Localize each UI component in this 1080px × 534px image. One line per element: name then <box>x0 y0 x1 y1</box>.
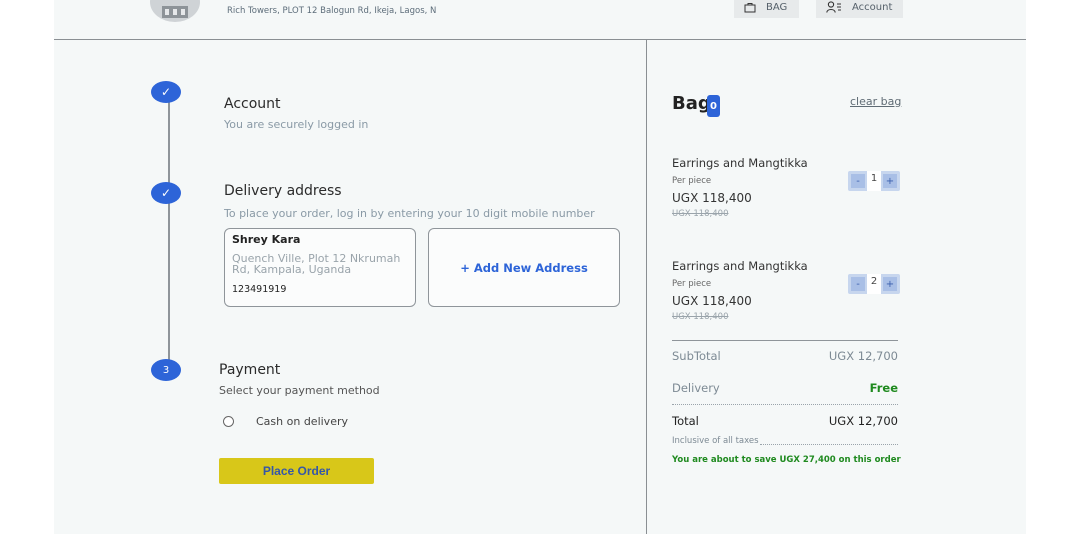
item-name: Earrings and Mangtikka <box>672 259 808 273</box>
cod-label: Cash on delivery <box>256 415 348 428</box>
dotted-divider <box>760 444 898 445</box>
subtotal-label: SubTotal <box>672 349 721 363</box>
bag-title: Bag <box>672 93 711 114</box>
step-payment-title: Payment <box>219 362 281 378</box>
step-account-title: Account <box>224 96 281 112</box>
total-row: Total UGX 12,700 <box>672 414 898 428</box>
address-phone: 123491919 <box>232 284 287 295</box>
quantity-stepper: - 1 + <box>848 171 900 191</box>
step-delivery-subtitle: To place your order, log in by entering … <box>224 207 595 220</box>
account-label: Account <box>852 1 893 13</box>
item-price: UGX 118,400 <box>672 191 752 205</box>
step-payment-number: 3 <box>151 359 181 381</box>
tax-note: Inclusive of all taxes <box>672 436 759 446</box>
account-button[interactable]: Account <box>816 0 903 18</box>
place-order-button[interactable]: Place Order <box>219 458 374 484</box>
bag-item: Earrings and Mangtikka Per piece UGX 118… <box>672 156 900 219</box>
subtotal-row: SubTotal UGX 12,700 <box>672 349 898 363</box>
address-line: Quench Ville, Plot 12 Nkrumah Rd, Kampal… <box>232 252 401 276</box>
quantity-value[interactable]: 2 <box>867 274 881 294</box>
item-name: Earrings and Mangtikka <box>672 156 808 170</box>
quantity-stepper: - 2 + <box>848 274 900 294</box>
store-address: Rich Towers, PLOT 12 Balogun Rd, Ikeja, … <box>227 6 437 16</box>
building-icon <box>162 6 188 18</box>
cod-radio[interactable] <box>223 416 234 427</box>
delivery-row: Delivery Free <box>672 381 898 395</box>
item-old-price: UGX 118,400 <box>672 209 729 219</box>
decrement-button[interactable]: - <box>851 277 865 291</box>
progress-line <box>168 92 170 368</box>
savings-note: You are about to save UGX 27,400 on this… <box>672 455 901 465</box>
summary-divider <box>672 340 898 341</box>
step-account-subtitle: You are securely logged in <box>224 118 369 131</box>
item-price: UGX 118,400 <box>672 294 752 308</box>
quantity-value[interactable]: 1 <box>867 171 881 191</box>
checkout-page: Rich Towers, PLOT 12 Balogun Rd, Ikeja, … <box>54 0 1026 534</box>
saved-address-card[interactable]: Shrey Kara Quench Ville, Plot 12 Nkrumah… <box>224 228 416 307</box>
step-account-check-icon: ✓ <box>151 81 181 103</box>
column-divider <box>646 40 647 534</box>
bag-label: BAG <box>766 1 788 13</box>
total-value: UGX 12,700 <box>828 414 898 428</box>
step-delivery-title: Delivery address <box>224 183 342 199</box>
payment-option-cod[interactable]: Cash on delivery <box>222 415 348 428</box>
address-name: Shrey Kara <box>232 233 301 246</box>
clear-bag-link[interactable]: clear bag <box>850 95 901 108</box>
increment-button[interactable]: + <box>883 174 897 188</box>
step-payment-subtitle: Select your payment method <box>219 384 380 397</box>
top-bar: Rich Towers, PLOT 12 Balogun Rd, Ikeja, … <box>54 0 1026 40</box>
decrement-button[interactable]: - <box>851 174 865 188</box>
item-old-price: UGX 118,400 <box>672 312 729 322</box>
add-new-address-button[interactable]: + Add New Address <box>428 228 620 307</box>
dotted-divider <box>672 404 898 405</box>
step-delivery-check-icon: ✓ <box>151 182 181 204</box>
add-new-address-label: + Add New Address <box>460 260 588 275</box>
user-icon <box>826 1 842 13</box>
bag-button[interactable]: BAG <box>734 0 799 18</box>
bag-item: Earrings and Mangtikka Per piece UGX 118… <box>672 259 900 322</box>
increment-button[interactable]: + <box>883 277 897 291</box>
total-label: Total <box>672 414 699 428</box>
bag-icon <box>744 2 756 13</box>
delivery-value: Free <box>869 381 898 395</box>
delivery-label: Delivery <box>672 381 720 395</box>
subtotal-value: UGX 12,700 <box>828 349 898 363</box>
bag-count-badge: 0 <box>707 95 720 117</box>
store-logo[interactable] <box>150 0 200 22</box>
